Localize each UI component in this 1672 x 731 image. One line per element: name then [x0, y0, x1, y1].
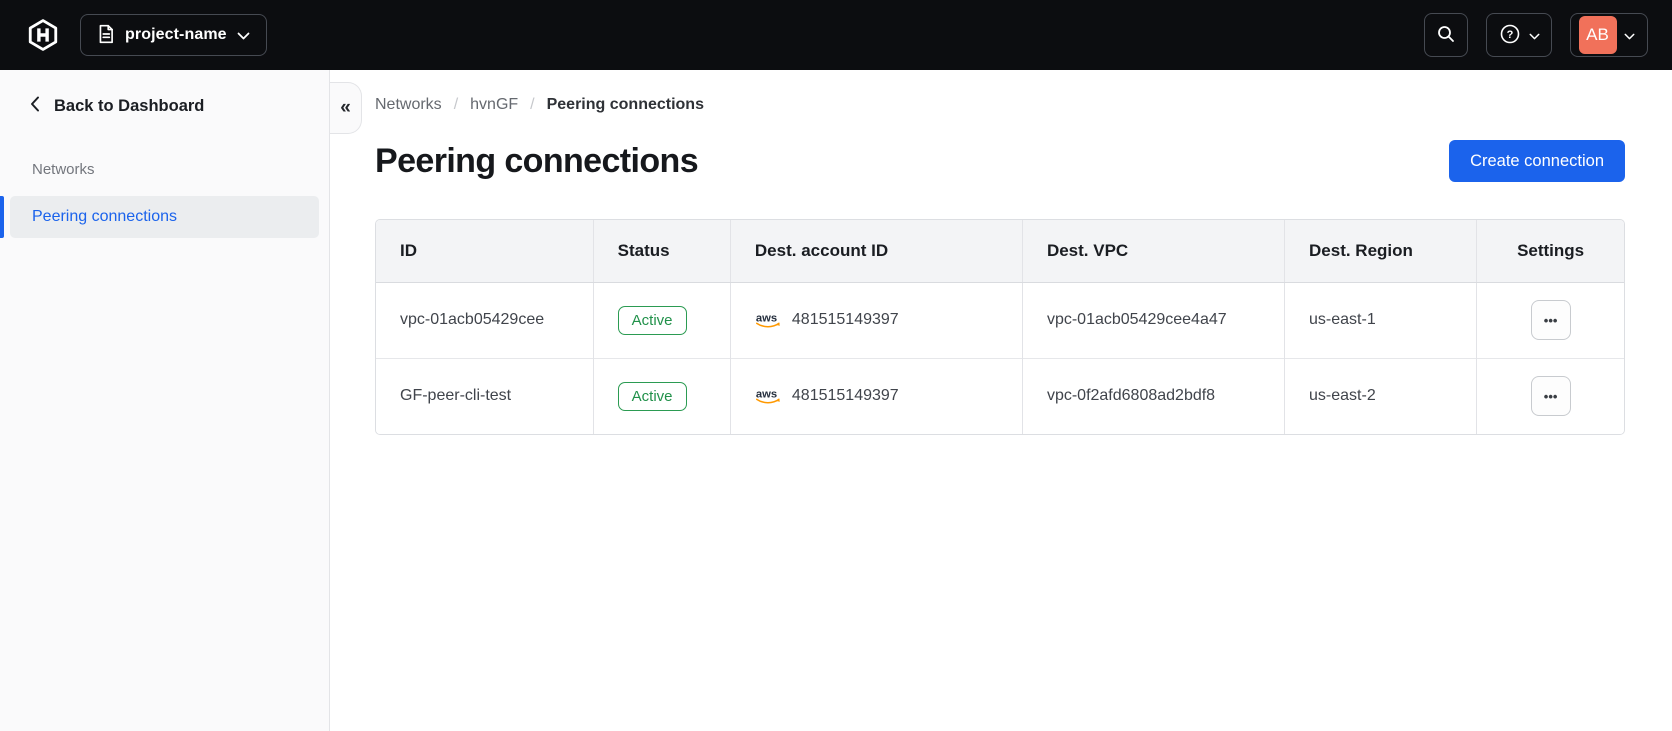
avatar: AB: [1578, 16, 1617, 54]
dest-account-id-value: 481515149397: [791, 311, 899, 328]
table-header-row: ID Status Dest. account ID Dest. VPC Des…: [376, 220, 1624, 283]
help-icon: ?: [1499, 23, 1521, 48]
cell-status: Active: [592, 357, 731, 434]
chevron-down-icon: [237, 28, 250, 43]
cell-dest-account: aws 481515149397: [729, 282, 1023, 358]
page-title: Peering connections: [375, 141, 699, 180]
project-name-label: project-name: [125, 26, 227, 43]
cell-settings: •••: [1476, 357, 1624, 434]
svg-text:aws: aws: [756, 388, 777, 400]
column-header-settings: Settings: [1476, 220, 1624, 283]
svg-text:aws: aws: [756, 312, 777, 324]
column-header-id: ID: [376, 220, 594, 283]
chevron-down-icon: [1529, 28, 1540, 43]
cell-settings: •••: [1476, 282, 1624, 358]
active-indicator-bar: [0, 196, 4, 238]
cell-dest-region: us-east-1: [1284, 282, 1477, 358]
chevron-down-icon: [1624, 28, 1635, 43]
sidebar-collapse-button[interactable]: «: [330, 82, 362, 134]
row-settings-menu-button[interactable]: •••: [1530, 376, 1571, 416]
top-nav-bar: project-name ? AB: [0, 0, 1672, 70]
table-row: vpc-01acb05429cee Active aws 48151514939…: [376, 282, 1624, 358]
cell-dest-vpc: vpc-0f2afd6808ad2bdf8: [1021, 357, 1285, 434]
status-badge: Active: [617, 305, 687, 335]
cell-id: vpc-01acb05429cee: [376, 282, 594, 358]
back-to-dashboard-link[interactable]: Back to Dashboard: [30, 96, 329, 117]
column-header-dest-account-id: Dest. account ID: [729, 220, 1023, 283]
help-dropdown[interactable]: ?: [1486, 13, 1552, 57]
breadcrumb-networks[interactable]: Networks: [375, 96, 442, 114]
back-link-label: Back to Dashboard: [54, 97, 205, 115]
aws-logo-icon: aws: [755, 387, 782, 405]
column-header-status: Status: [592, 220, 731, 283]
ellipsis-icon: •••: [1543, 388, 1558, 404]
sidebar-item-peering-connections[interactable]: Peering connections: [0, 196, 319, 238]
peering-connections-table: ID Status Dest. account ID Dest. VPC Des…: [375, 219, 1625, 435]
column-header-dest-vpc: Dest. VPC: [1021, 220, 1285, 283]
breadcrumb-hvn[interactable]: hvnGF: [470, 96, 518, 114]
dest-account-id-value: 481515149397: [791, 387, 899, 404]
cell-status: Active: [592, 282, 731, 358]
chevron-left-icon: [30, 96, 40, 117]
aws-logo-icon: aws: [755, 311, 782, 329]
search-button[interactable]: [1424, 13, 1468, 57]
main-content: Networks / hvnGF / Peering connections P…: [330, 70, 1672, 731]
sidebar: Back to Dashboard Networks Peering conne…: [0, 70, 330, 731]
row-settings-menu-button[interactable]: •••: [1530, 300, 1571, 340]
cell-dest-account: aws 481515149397: [729, 357, 1023, 434]
breadcrumb: Networks / hvnGF / Peering connections: [375, 96, 1625, 114]
search-icon: [1436, 24, 1456, 47]
table-row: GF-peer-cli-test Active aws 481515149397…: [376, 357, 1624, 434]
project-switcher[interactable]: project-name: [80, 14, 267, 56]
app-screen: project-name ? AB Back to Dashboard Netw…: [0, 0, 1672, 731]
sidebar-section-networks: Networks: [32, 161, 95, 178]
page-header: Peering connections Create connection: [375, 140, 1625, 182]
status-badge: Active: [617, 381, 687, 411]
cell-dest-vpc: vpc-01acb05429cee4a47: [1021, 282, 1285, 358]
column-header-dest-region: Dest. Region: [1284, 220, 1477, 283]
create-connection-button[interactable]: Create connection: [1449, 140, 1625, 182]
breadcrumb-separator: /: [530, 96, 535, 113]
cell-id: GF-peer-cli-test: [376, 357, 594, 434]
user-menu-dropdown[interactable]: AB: [1570, 13, 1648, 57]
svg-text:?: ?: [1506, 29, 1513, 41]
sidebar-item-label: Peering connections: [32, 208, 177, 225]
hashicorp-logo-icon[interactable]: [24, 16, 62, 54]
cell-dest-region: us-east-2: [1284, 357, 1477, 434]
document-icon: [97, 24, 115, 47]
app-body: Back to Dashboard Networks Peering conne…: [0, 70, 1672, 731]
breadcrumb-current: Peering connections: [546, 96, 704, 113]
ellipsis-icon: •••: [1543, 312, 1558, 328]
collapse-chevrons-icon: «: [340, 97, 351, 118]
breadcrumb-separator: /: [453, 96, 459, 113]
